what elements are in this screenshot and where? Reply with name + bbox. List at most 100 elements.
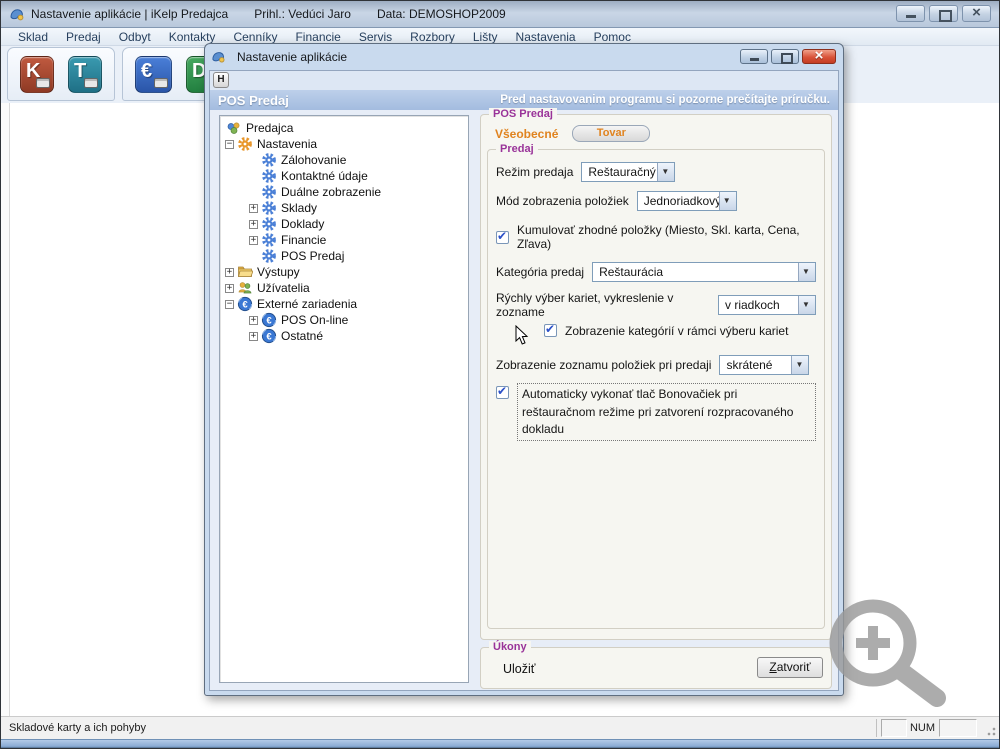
tab-tovar[interactable]: Tovar [572,125,650,142]
gear-blue-icon [261,168,277,184]
tree-expander-icon[interactable]: − [225,140,234,149]
chevron-down-icon[interactable] [798,296,815,314]
toolbar-icon-t-badge [84,78,98,88]
window-title: Nastavenie aplikácie | iKelp Predajca [31,7,228,21]
tree-item-label: Výstupy [257,265,300,279]
tree-item-du-lne-zobrazenie[interactable]: Duálne zobrazenie [220,184,468,200]
mod-zobrazenia-select-value: Jednoriadkový [638,192,719,210]
kumulovat-checkbox-label: Kumulovať zhodné položky (Miesto, Skl. k… [517,223,816,252]
rezim-predaja-select[interactable]: Reštauračný [581,162,675,182]
tree-item-extern-zariadenia[interactable]: −€Externé zariadenia [220,296,468,312]
tree-expander-icon[interactable]: − [225,300,234,309]
tree-expander-icon[interactable]: + [225,268,234,277]
menu-item-10[interactable]: Nastavenia [507,30,585,44]
rezim-predaja-select-value: Reštauračný [582,163,657,181]
toolbar-icon-euro[interactable]: € [135,56,172,93]
zobrazenie-zoznamu-select-row: Zobrazenie zoznamu položiek pri predaji s… [496,355,816,375]
resize-grip[interactable] [986,726,996,736]
tree-item-label: Predajca [246,121,293,135]
automaticky-bonovacky-checkbox-row: Automaticky vykonať tlač Bonovačiek pri … [496,383,816,441]
dialog-minimize-button[interactable] [740,49,768,64]
kumulovat-checkbox-row: Kumulovať zhodné položky (Miesto, Skl. k… [496,223,816,252]
zobrazenie-zoznamu-select-value: skrátené [720,356,791,374]
gear-blue-icon [261,248,277,264]
mod-zobrazenia-select-label: Mód zobrazenia položiek [496,194,629,208]
tree-item-predajca[interactable]: Predajca [220,120,468,136]
automaticky-bonovacky-checkbox-label: Automaticky vykonať tlač Bonovačiek pri … [517,383,816,441]
zobrazenie-zoznamu-select-label: Zobrazenie zoznamu položiek pri predaji [496,358,711,372]
tree-item-label: Doklady [281,217,324,231]
menu-item-3[interactable]: Odbyt [110,30,160,44]
euro-icon: € [261,328,277,344]
tree-item-ostatn-[interactable]: +€Ostatné [220,328,468,344]
menu-item-4[interactable]: Kontakty [160,30,225,44]
main-window: Nastavenie aplikácie | iKelp Predajca Pr… [0,0,1000,749]
euro-icon: € [237,296,253,312]
menu-item-8[interactable]: Rozbory [401,30,464,44]
gear-blue-icon [261,200,277,216]
save-button[interactable]: Uložiť [503,662,535,676]
database-label: Data: DEMOSHOP2009 [377,7,506,21]
tree-item-pos-on-line[interactable]: +€POS On-line [220,312,468,328]
tree-expander-icon[interactable]: + [225,284,234,293]
mod-zobrazenia-select[interactable]: Jednoriadkový [637,191,737,211]
tree-item-v-stupy[interactable]: + Výstupy [220,264,468,280]
help-button[interactable]: H [213,72,229,88]
tree-expander-icon[interactable]: + [249,204,258,213]
tree-item-label: Užívatelia [257,281,310,295]
help-row: H [210,71,838,90]
tree-item-nastavenia[interactable]: − Nastavenia [220,136,468,152]
tree-expander-icon[interactable]: + [249,236,258,245]
close-button[interactable] [962,5,991,22]
zobrazenie-kategorii-checkbox[interactable] [544,324,557,337]
tree-item-z-lohovanie[interactable]: Zálohovanie [220,152,468,168]
tree-item-u-vatelia[interactable]: + Užívatelia [220,280,468,296]
maximize-button[interactable] [929,5,958,22]
chevron-down-icon[interactable] [798,263,815,281]
menu-item-5[interactable]: Cenníky [224,30,286,44]
dialog-close-button[interactable] [802,49,836,64]
menu-item-6[interactable]: Financie [286,30,349,44]
minimize-button[interactable] [896,5,925,22]
kumulovat-checkbox[interactable] [496,231,509,244]
menu-item-1[interactable]: Sklad [9,30,57,44]
tree-item-label: Duálne zobrazenie [281,185,381,199]
mouse-cursor-icon [515,325,529,346]
settings-dialog: Nastavenie aplikácie H POS Predaj Pred n… [204,43,844,696]
kategoria-predaj-select[interactable]: Reštaurácia [592,262,816,282]
folder-icon [237,264,253,280]
tree-item-label: Zálohovanie [281,153,346,167]
svg-text:€: € [242,299,248,310]
tree-item-doklady[interactable]: + Doklady [220,216,468,232]
settings-tree: Predajca − Nastavenia ZálohovanieKontaktné … [219,115,469,683]
toolbar-icon-k[interactable]: K [20,56,54,93]
menu-item-11[interactable]: Pomoc [585,30,640,44]
dialog-maximize-button[interactable] [771,49,799,64]
tree-item-kontaktn-daje[interactable]: Kontaktné údaje [220,168,468,184]
tree-item-label: Sklady [281,201,317,215]
chevron-down-icon[interactable] [657,163,674,181]
tree-item-financie[interactable]: + Financie [220,232,468,248]
menu-item-7[interactable]: Servis [350,30,401,44]
toolbar-icon-t[interactable]: T [68,56,102,93]
header-title: POS Predaj [218,93,289,108]
tree-expander-icon[interactable]: + [249,220,258,229]
pos-predaj-group: POS Predaj Všeobecné Tovar Predaj Režim … [480,114,832,640]
tree-expander-icon[interactable]: + [249,316,258,325]
menu-item-2[interactable]: Predaj [57,30,110,44]
gear-blue-icon [261,232,277,248]
chevron-down-icon[interactable] [791,356,808,374]
tree-item-pos-predaj[interactable]: POS Predaj [220,248,468,264]
toolbar-icon-k-badge [36,78,50,88]
rychly-vyber-select[interactable]: v riadkoch [718,295,816,315]
tree-item-sklady[interactable]: + Sklady [220,200,468,216]
automaticky-bonovacky-checkbox[interactable] [496,386,509,399]
menu-item-9[interactable]: Lišty [464,30,507,44]
status-text: Skladové karty a ich pohyby [9,722,146,734]
chevron-down-icon[interactable] [719,192,736,210]
tree-item-label: Financie [281,233,326,247]
tree-expander-icon[interactable]: + [249,332,258,341]
zobrazenie-zoznamu-select[interactable]: skrátené [719,355,809,375]
tree-item-label: Nastavenia [257,137,317,151]
tab-vseobecne[interactable]: Všeobecné [495,127,558,141]
